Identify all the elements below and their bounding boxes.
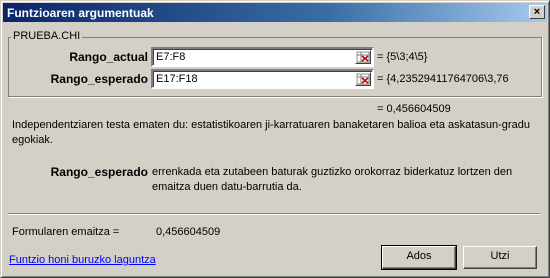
rango-actual-input[interactable]: E7:F8 [151,47,374,67]
argument-help-text: errenkada eta zutabeen baturak guztizko … [152,166,513,193]
formula-result-label: Formularen emaitza = [12,226,120,238]
title-bar[interactable]: Funtzioaren argumentuak × [3,3,547,22]
cancel-button[interactable]: Utzi [463,246,537,269]
rango-actual-collapse-button[interactable] [355,50,371,64]
range-select-icon [357,74,370,85]
rango-actual-result: = {5\3;4\5} [377,51,428,63]
formula-result-value: 0,456604509 [156,226,221,238]
function-name: PRUEBA.CHI [11,30,83,42]
divider [8,213,540,215]
rango-esperado-label: Rango_esperado [50,72,148,86]
close-button[interactable]: × [529,5,545,19]
rango-esperado-collapse-button[interactable] [355,72,371,86]
rango-esperado-value: E17:F18 [156,73,198,85]
rango-esperado-result: = {4,23529411764706\3,76 [377,73,509,85]
ok-button[interactable]: Ados [381,245,457,270]
rango-actual-value: E7:F8 [156,51,186,63]
help-link[interactable]: Funtzio honi buruzko laguntza [9,254,156,266]
window-title: Funtzioaren argumentuak [7,6,154,20]
range-select-icon [357,52,370,63]
function-result: = 0,456604509 [377,103,451,115]
argument-help-label: Rango_esperado [50,165,148,179]
function-description: Independentziaren testa ematen du: estat… [12,119,530,146]
rango-esperado-input[interactable]: E17:F18 [151,69,374,89]
rango-actual-label: Rango_actual [69,50,148,64]
